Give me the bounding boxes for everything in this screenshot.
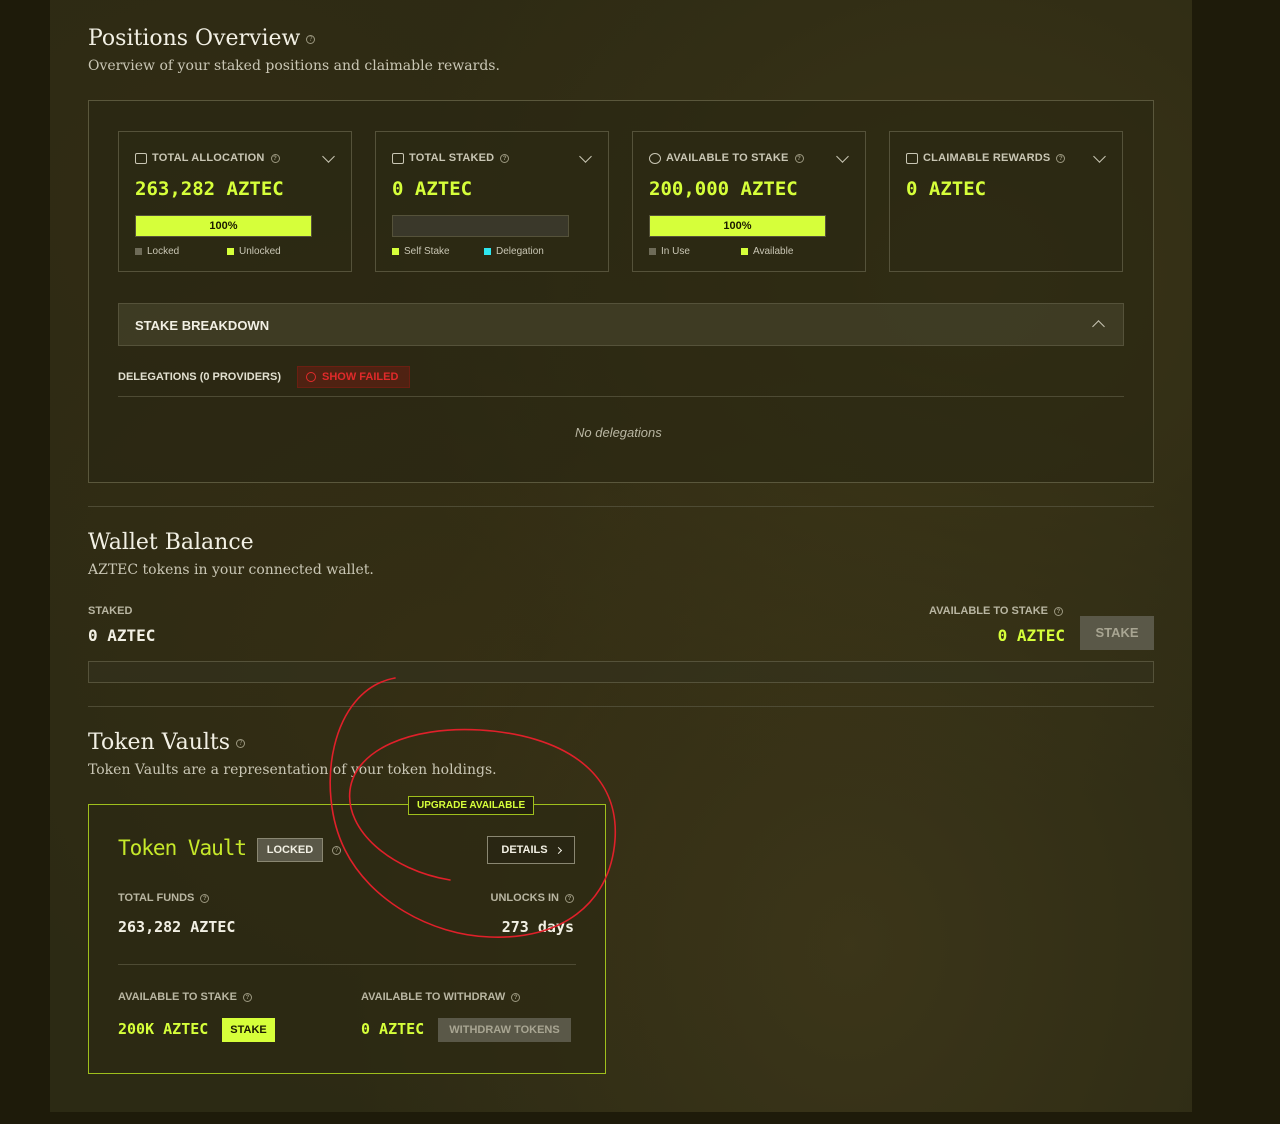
red-annotation-circle: [329, 677, 616, 938]
